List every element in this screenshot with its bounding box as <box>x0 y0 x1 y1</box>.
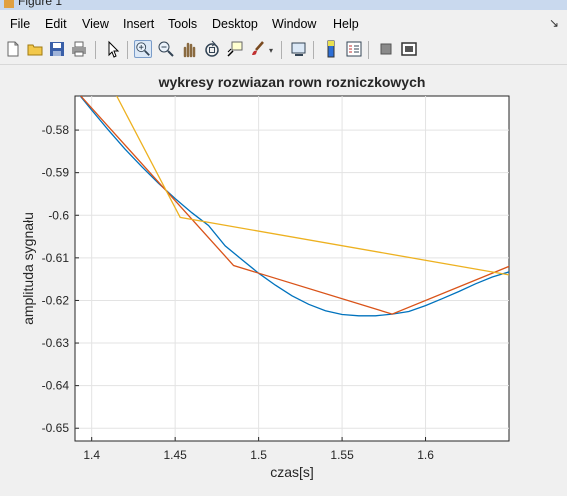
toolbar-separator <box>368 41 369 59</box>
chart-title: wykresy rozwiazan rown rozniczkowych <box>158 74 426 90</box>
show-plot-tools-icon[interactable] <box>400 40 418 58</box>
menu-desktop[interactable]: Desktop <box>212 17 258 31</box>
data-cursor-icon[interactable] <box>226 40 244 58</box>
print-icon[interactable] <box>70 40 88 58</box>
menu-bar: File Edit View Insert Tools Desktop Wind… <box>0 14 567 34</box>
menu-tools[interactable]: Tools <box>168 17 197 31</box>
chart: 1.4 1.45 1.5 1.55 1.6 -0.58 -0.59 -0.6 -0.61 -0.6… <box>20 74 510 480</box>
colorbar-icon[interactable] <box>322 40 340 58</box>
open-file-icon[interactable] <box>26 40 44 58</box>
pan-icon[interactable] <box>180 40 198 58</box>
pointer-icon[interactable] <box>104 40 122 58</box>
figure-window-icon <box>4 0 14 8</box>
toolbar-separator <box>281 41 282 59</box>
y-tick-label: -0.6 <box>48 208 69 222</box>
x-tick-label: 1.6 <box>417 448 434 462</box>
y-tick-label: -0.61 <box>42 251 70 265</box>
y-axis-label: amplituda sygnału <box>20 212 36 325</box>
y-tick-label: -0.62 <box>42 293 70 307</box>
y-tick-label: -0.63 <box>42 336 70 350</box>
x-axis-label: czas[s] <box>270 464 314 480</box>
window-title: Figure 1 <box>18 0 63 8</box>
brush-dropdown-icon[interactable]: ▾ <box>269 46 273 55</box>
y-tick-label: -0.65 <box>42 421 70 435</box>
x-tick-label: 1.5 <box>250 448 267 462</box>
menu-insert[interactable]: Insert <box>123 17 154 31</box>
x-tick-label: 1.45 <box>163 448 187 462</box>
x-tick-label: 1.55 <box>330 448 354 462</box>
window-titlebar: Figure 1 <box>0 0 567 10</box>
rotate-icon[interactable] <box>203 40 221 58</box>
toolbar-separator <box>95 41 96 59</box>
zoom-in-icon[interactable] <box>134 40 152 58</box>
plot-axes-box[interactable] <box>74 95 510 442</box>
figure-toolbar: ▾ <box>0 36 567 65</box>
menu-help[interactable]: Help <box>333 17 359 31</box>
dock-arrow-icon[interactable]: ↘ <box>549 16 559 30</box>
menu-view[interactable]: View <box>82 17 109 31</box>
menu-file[interactable]: File <box>10 17 30 31</box>
zoom-out-icon[interactable] <box>157 40 175 58</box>
legend-icon[interactable] <box>345 40 363 58</box>
menu-edit[interactable]: Edit <box>45 17 67 31</box>
hide-plot-tools-icon[interactable] <box>377 40 395 58</box>
toolbar-separator <box>313 41 314 59</box>
toolbar-separator <box>127 41 128 59</box>
figure-area: 1.4 1.45 1.5 1.55 1.6 -0.58 -0.59 -0.6 -0.61 -0.6… <box>0 65 567 491</box>
brush-icon[interactable] <box>249 40 267 58</box>
y-tick-label: -0.64 <box>42 379 70 393</box>
x-tick-label: 1.4 <box>83 448 100 462</box>
y-tick-label: -0.59 <box>42 166 70 180</box>
new-file-icon[interactable] <box>4 40 22 58</box>
link-plot-icon[interactable] <box>290 40 308 58</box>
y-tick-label: -0.58 <box>42 123 70 137</box>
menu-window[interactable]: Window <box>272 17 316 31</box>
save-icon[interactable] <box>48 40 66 58</box>
